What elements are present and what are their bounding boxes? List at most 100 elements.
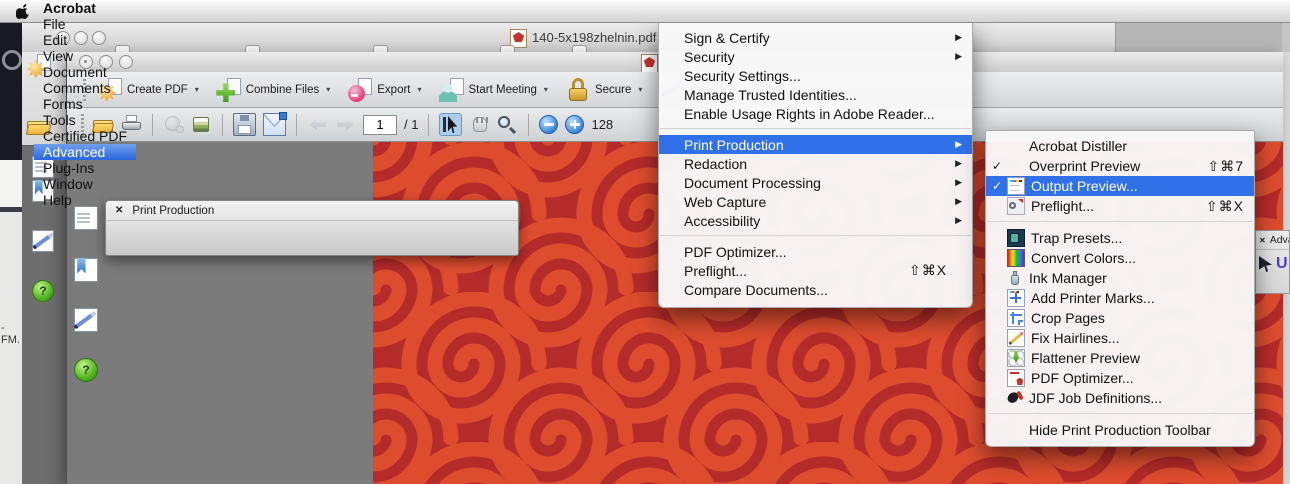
submenu-arrow-icon: ▶ (955, 32, 962, 43)
email-button[interactable] (263, 113, 286, 136)
menubar-item-label: Certified PDF (43, 128, 127, 144)
item-forms[interactable]: Forms (34, 96, 136, 112)
apple-icon[interactable] (12, 0, 34, 22)
touchup-text-tool-icon[interactable]: U (1276, 255, 1288, 273)
toolbar-button-label: Start Meeting (469, 84, 537, 96)
dropdown-caret-icon: ▾ (638, 85, 642, 94)
item-sign-certify[interactable]: Sign & Certify ▶ (659, 28, 972, 47)
trap-presets-button[interactable] (116, 225, 138, 247)
item-pdf-optimizer[interactable]: PDF Optimizer... ▶ (659, 242, 972, 261)
window-edge-fragment (1282, 22, 1290, 52)
item-tools[interactable]: Tools (34, 112, 136, 128)
item-print-production[interactable]: Print Production ▶ (659, 135, 972, 154)
start-meeting-button[interactable]: Start Meeting ▾ (440, 78, 548, 102)
checkmark-icon: ✓ (992, 179, 1007, 193)
item-redaction[interactable]: Redaction ▶ (659, 154, 972, 173)
previous-view-button[interactable] (307, 114, 328, 135)
item-manage-trusted-identities[interactable]: Manage Trusted Identities... ▶ (659, 85, 972, 104)
item-window[interactable]: Window (34, 176, 136, 192)
page-navigation-toolbar-controls: / 1128 (93, 113, 613, 136)
item-document-processing[interactable]: Document Processing ▶ (659, 173, 972, 192)
item-trap-presets[interactable]: ✓ Trap Presets... (986, 228, 1254, 248)
item-pdf-optimizer[interactable]: ✓ PDF Optimizer... (986, 368, 1254, 388)
back-help-button[interactable] (32, 280, 54, 302)
pdf-optimizer-button[interactable] (413, 225, 435, 247)
preflight-button[interactable] (182, 225, 204, 247)
leftmost-window-dark-area (0, 22, 22, 160)
ink-manager-button[interactable] (248, 225, 270, 247)
item-certified-pdf[interactable]: Certified PDF (34, 128, 136, 144)
page-number-input[interactable] (363, 115, 397, 135)
item-compare-documents[interactable]: Compare Documents... ▶ (659, 280, 972, 299)
item-acrobat-distiller[interactable]: ✓ Acrobat Distiller (986, 136, 1254, 156)
export-button[interactable]: Export ▾ (348, 78, 421, 102)
combine-files-button[interactable]: Combine Files ▾ (217, 78, 331, 102)
flattener-preview-button[interactable] (380, 225, 402, 247)
item-flattener-preview[interactable]: ✓ Flattener Preview (986, 348, 1254, 368)
output-preview-icon (1007, 177, 1025, 195)
next-view-button[interactable] (335, 114, 356, 135)
item-enable-usage-rights-in-adobe-reader[interactable]: Enable Usage Rights in Adobe Reader... ▶ (659, 104, 972, 123)
item-edit[interactable]: Edit (34, 32, 136, 48)
crop-pages-button[interactable] (314, 225, 336, 247)
item-advanced[interactable]: Advanced (34, 144, 136, 160)
fix-hairlines-button[interactable] (347, 225, 369, 247)
item-view[interactable]: View (34, 48, 136, 64)
send-for-review-button[interactable] (163, 114, 184, 135)
zoom-in-button[interactable] (565, 115, 584, 134)
item-plug-ins[interactable]: Plug-Ins (34, 160, 136, 176)
item-comments[interactable]: Comments (34, 80, 136, 96)
menubar-item-label: Advanced (43, 144, 105, 160)
item-overprint-preview[interactable]: ✓ Overprint Preview ⇧⌘7 (986, 156, 1254, 176)
pages-panel-button[interactable] (74, 206, 98, 230)
signatures-panel-button[interactable] (74, 308, 98, 332)
bookmarks-panel-button[interactable] (74, 258, 98, 282)
menu-separator (987, 221, 1253, 223)
advanced-editing-title: Advanc (1270, 234, 1290, 246)
toolbar-button-label: Secure (595, 84, 631, 96)
save-button[interactable] (233, 113, 256, 136)
organizer-button[interactable] (191, 114, 212, 135)
item-preflight[interactable]: Preflight... ⇧⌘X ▶ (659, 261, 972, 280)
item-output-preview[interactable]: ✓ Output Preview... (986, 176, 1254, 196)
secure-button[interactable]: Secure ▾ (566, 78, 642, 102)
menubar-item-label: Document (43, 64, 107, 80)
back-signatures-panel-button[interactable] (32, 230, 54, 252)
help-button[interactable] (74, 358, 98, 382)
output-preview-button[interactable] (149, 225, 171, 247)
item-preflight[interactable]: ✓ Preflight... ⇧⌘X (986, 196, 1254, 216)
marquee-zoom-button[interactable] (497, 114, 518, 135)
item-acrobat[interactable]: Acrobat (34, 0, 136, 16)
menu-item-label: Enable Usage Rights in Adobe Reader... (684, 106, 935, 122)
export-icon (348, 78, 372, 102)
item-hide-print-production-toolbar[interactable]: ✓ Hide Print Production Toolbar (986, 420, 1254, 440)
item-ink-manager[interactable]: ✓ Ink Manager (986, 268, 1254, 288)
item-convert-colors[interactable]: ✓ Convert Colors... (986, 248, 1254, 268)
select-tool-button[interactable] (439, 113, 462, 136)
item-security[interactable]: Security ▶ (659, 47, 972, 66)
item-web-capture[interactable]: Web Capture ▶ (659, 192, 972, 211)
convert-colors-button[interactable] (215, 225, 237, 247)
item-crop-pages[interactable]: ✓ Crop Pages (986, 308, 1254, 328)
item-help[interactable]: Help (34, 192, 136, 208)
item-document[interactable]: Document (34, 64, 136, 80)
select-object-tool-icon[interactable] (1259, 256, 1272, 272)
item-file[interactable]: File (34, 16, 136, 32)
item-security-settings[interactable]: Security Settings... ▶ (659, 66, 972, 85)
item-add-printer-marks[interactable]: ✓ Add Printer Marks... (986, 288, 1254, 308)
item-accessibility[interactable]: Accessibility ▶ (659, 211, 972, 230)
item-jdf-job-definitions[interactable]: ✓ JDF Job Definitions... (986, 388, 1254, 408)
menu-item-label: Convert Colors... (1031, 250, 1136, 266)
add-printer-marks-button[interactable] (281, 225, 303, 247)
zoom-out-button[interactable] (539, 115, 558, 134)
jdf-job-definitions-button[interactable] (446, 225, 468, 247)
menubar-item-label: Help (43, 192, 72, 208)
secure-icon (566, 78, 590, 102)
menubar: AcrobatFileEditViewDocumentCommentsForms… (0, 0, 1290, 23)
menu-item-label: Fix Hairlines... (1031, 330, 1120, 346)
trap-presets-icon (1007, 229, 1025, 247)
jdf-job-definitions-icon (1007, 390, 1023, 406)
close-toolbar-icon[interactable]: ✕ (1259, 236, 1266, 245)
hand-tool-button[interactable] (469, 114, 490, 135)
item-fix-hairlines[interactable]: ✓ Fix Hairlines... (986, 328, 1254, 348)
